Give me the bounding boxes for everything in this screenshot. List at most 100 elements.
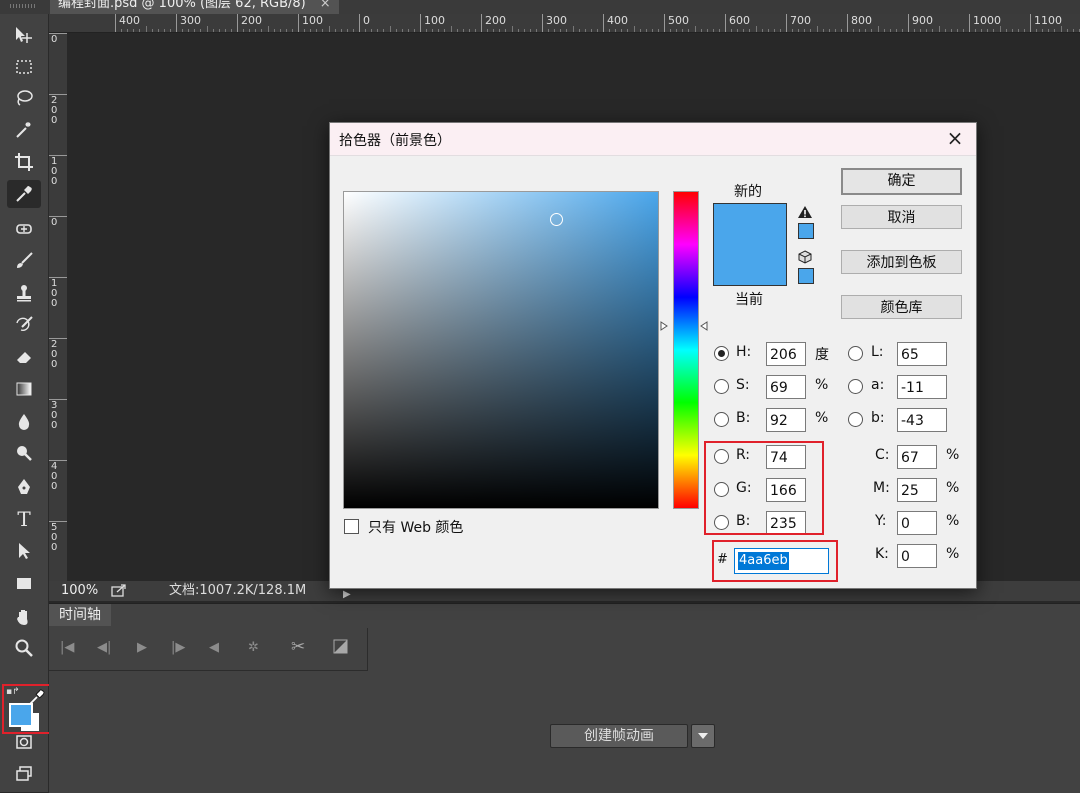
ruler-tick: 900 [908,14,933,32]
split-scissors-icon[interactable]: ✂ [291,637,305,657]
quick-mask-icon[interactable] [7,728,41,756]
pen-tool-icon[interactable] [7,473,41,501]
add-to-swatches-button[interactable]: 添加到色板 [841,250,962,274]
history-brush-tool-icon[interactable] [7,311,41,339]
create-frame-animation-button[interactable]: 创建帧动画 [550,724,688,748]
current-color-swatch[interactable] [713,244,787,286]
black-field[interactable]: 0 [897,544,937,568]
ruler-minor-tick [389,26,391,32]
clone-stamp-tool-icon[interactable] [7,279,41,307]
ruler-minor-tick [377,29,379,32]
type-tool-icon[interactable]: T [7,505,41,533]
move-tool-icon[interactable] [7,21,41,49]
b-channel-field[interactable]: -43 [897,408,947,432]
first-frame-icon[interactable]: |◀ [60,640,74,655]
hue-slider-left-arrow-icon[interactable] [660,321,668,331]
ruler-minor-tick [200,29,202,32]
eyedropper-tool-icon[interactable] [7,180,41,208]
color-libraries-button[interactable]: 颜色库 [841,295,962,319]
red-radio[interactable] [714,449,729,464]
gamut-color-chip[interactable] [798,223,814,239]
horizontal-ruler: 400 300 200 100 0 100 200 300 400 500 600 700 800 900… [49,14,1080,33]
animation-type-dropdown[interactable] [691,724,715,748]
brush-tool-icon[interactable] [7,247,41,275]
lightness-radio[interactable] [848,346,863,361]
magic-wand-tool-icon[interactable] [7,116,41,144]
green-field[interactable]: 166 [766,478,806,502]
hand-tool-icon[interactable] [7,603,41,631]
ruler-minor-tick [279,29,281,32]
new-color-swatch [713,203,787,244]
ruler-minor-tick [413,29,415,32]
cancel-button[interactable]: 取消 [841,205,962,229]
rectangle-tool-icon[interactable] [7,569,41,597]
ruler-minor-tick [432,29,434,32]
brightness-radio[interactable] [714,412,729,427]
zoom-tool-icon[interactable] [7,634,41,662]
next-frame-icon[interactable]: |▶ [171,640,185,655]
web-safe-color-chip[interactable] [798,268,814,284]
ruler-minor-tick [688,29,690,32]
ruler-minor-tick [651,29,653,32]
ok-button[interactable]: 确定 [841,168,962,195]
red-field[interactable]: 74 [766,445,806,469]
blue-radio[interactable] [714,515,729,530]
audio-icon[interactable]: ◀ [209,640,219,655]
path-selection-tool-icon[interactable] [7,537,41,565]
blur-tool-icon[interactable] [7,407,41,435]
ruler-minor-tick [743,29,745,32]
ruler-minor-tick [828,29,830,32]
a-channel-radio[interactable] [848,379,863,394]
healing-brush-tool-icon[interactable] [7,215,41,243]
out-of-gamut-warning-icon[interactable] [797,205,813,219]
close-tab-icon[interactable]: × [320,0,331,11]
eraser-tool-icon[interactable] [7,343,41,371]
dialog-titlebar[interactable]: 拾色器（前景色） × [330,123,976,156]
hue-field[interactable]: 206 [766,342,806,366]
a-channel-field[interactable]: -11 [897,375,947,399]
zoom-level[interactable]: 100% [61,581,98,601]
current-color-label: 当前 [735,292,763,308]
saturation-brightness-field[interactable] [343,191,659,509]
previous-frame-icon[interactable]: ◀| [97,640,111,655]
panel-grip-icon[interactable] [10,4,36,8]
close-icon[interactable]: × [944,127,966,149]
settings-gear-icon[interactable]: ✲ [248,640,259,655]
b-channel-radio[interactable] [848,412,863,427]
transition-icon[interactable] [333,639,348,658]
brightness-field[interactable]: 92 [766,408,806,432]
dodge-tool-icon[interactable] [7,439,41,467]
export-icon[interactable] [111,584,126,597]
ruler-minor-tick [901,29,903,32]
color-picker-marker[interactable] [550,213,563,226]
ruler-tick: 0 [49,33,67,45]
cyan-label: C: [875,447,890,463]
screen-mode-icon[interactable] [7,760,41,788]
percent-unit: % [815,410,829,426]
timeline-tab[interactable]: 时间轴 [49,604,111,626]
saturation-radio[interactable] [714,379,729,394]
yellow-field[interactable]: 0 [897,511,937,535]
crop-tool-icon[interactable] [7,148,41,176]
default-colors-icon[interactable]: ▪↱ [6,687,20,697]
hue-slider-right-arrow-icon[interactable] [700,321,708,331]
cyan-field[interactable]: 67 [897,445,937,469]
lightness-field[interactable]: 65 [897,342,947,366]
web-safe-cube-icon[interactable] [798,250,812,264]
foreground-color-swatch[interactable] [9,703,33,727]
hue-slider[interactable] [673,191,699,509]
blue-field[interactable]: 235 [766,511,806,535]
gradient-tool-icon[interactable] [7,375,41,403]
green-radio[interactable] [714,482,729,497]
marquee-tool-icon[interactable] [7,53,41,81]
saturation-field[interactable]: 69 [766,375,806,399]
web-colors-only-checkbox[interactable] [344,519,359,534]
magenta-field[interactable]: 25 [897,478,937,502]
hex-field[interactable]: 4aa6eb [734,548,829,574]
ruler-minor-tick [993,29,995,32]
lasso-tool-icon[interactable] [7,84,41,112]
play-icon[interactable]: ▶ [137,640,147,655]
hue-radio[interactable] [714,346,729,361]
ruler-minor-tick [462,29,464,32]
document-tab[interactable]: 编程封面.psd @ 100% (图层 62, RGB/8) × [50,0,339,14]
